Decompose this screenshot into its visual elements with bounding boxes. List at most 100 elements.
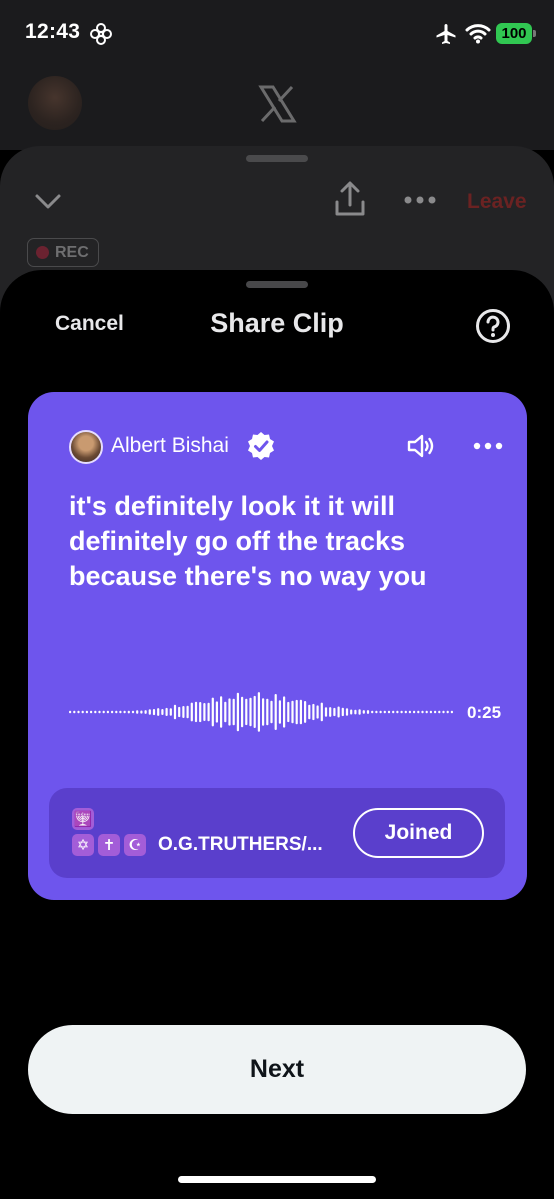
more-icon[interactable] bbox=[403, 195, 437, 205]
clip-transcript: it's definitely look it it will definite… bbox=[69, 491, 427, 591]
waveform-bar bbox=[194, 701, 198, 723]
waveform-bar bbox=[161, 709, 164, 715]
waveform-bar bbox=[115, 710, 118, 714]
waveform-bar bbox=[366, 710, 370, 714]
waveform-bar bbox=[148, 709, 151, 715]
waveform-bar bbox=[425, 710, 428, 714]
waveform-bar bbox=[429, 710, 432, 714]
waveform-bar bbox=[253, 695, 256, 728]
waveform-bar bbox=[102, 710, 105, 714]
waveform-bar bbox=[417, 710, 420, 714]
waveform-bar bbox=[324, 707, 328, 717]
waveform-bar bbox=[190, 702, 193, 722]
waveform-bar bbox=[228, 698, 231, 726]
waveform-bar bbox=[434, 710, 437, 714]
waveform-bar bbox=[249, 697, 252, 727]
rec-badge: REC bbox=[27, 238, 99, 267]
verified-badge-icon bbox=[248, 432, 274, 460]
waveform-bar bbox=[257, 692, 260, 732]
x-logo-icon bbox=[258, 85, 297, 123]
community-emoji-row: ✡ ✝ ☪ bbox=[72, 834, 146, 856]
waveform-bar bbox=[169, 708, 172, 716]
waveform-bar bbox=[408, 710, 411, 714]
waveform-bar bbox=[203, 703, 206, 721]
leave-button[interactable]: Leave bbox=[467, 190, 527, 214]
profile-avatar bbox=[28, 76, 82, 130]
waveform-bar bbox=[165, 707, 168, 716]
waveform-bar bbox=[98, 710, 101, 714]
waveform-bar bbox=[291, 700, 294, 724]
waveform-bar bbox=[106, 710, 109, 714]
waveform-bar bbox=[270, 700, 273, 724]
waveform-bar bbox=[337, 706, 340, 718]
waveform-bar bbox=[396, 710, 399, 714]
waveform-bar bbox=[81, 710, 84, 714]
wifi-icon bbox=[465, 24, 491, 44]
waveform-bar bbox=[266, 698, 269, 726]
waveform-bar bbox=[77, 710, 80, 714]
waveform-bar bbox=[362, 710, 365, 714]
waveform-bar bbox=[316, 705, 319, 719]
audio-waveform[interactable] bbox=[69, 689, 455, 735]
clip-more-icon[interactable] bbox=[473, 441, 503, 451]
share-icon[interactable] bbox=[333, 180, 367, 218]
waveform-bar bbox=[392, 710, 395, 714]
waveform-bar bbox=[278, 700, 281, 724]
waveform-bar bbox=[186, 705, 189, 719]
waveform-bar bbox=[241, 696, 244, 728]
home-indicator bbox=[178, 1176, 376, 1183]
waveform-bar bbox=[379, 710, 382, 714]
waveform-bar bbox=[199, 702, 202, 723]
share-clip-sheet-handle[interactable] bbox=[246, 281, 308, 288]
waveform-bar bbox=[262, 698, 265, 726]
waveform-bar bbox=[215, 701, 218, 723]
waveform-bar bbox=[299, 699, 302, 725]
sheet-title: Share Clip bbox=[210, 308, 344, 338]
waveform-bar bbox=[123, 710, 126, 714]
latin-cross-emoji: ✝ bbox=[98, 834, 120, 856]
waveform-bar bbox=[119, 710, 122, 714]
clip-duration: 0:25 bbox=[467, 703, 502, 722]
next-button[interactable]: Next bbox=[28, 1025, 526, 1114]
waveform-bar bbox=[211, 697, 214, 727]
host-name[interactable]: Albert Bishai bbox=[111, 434, 229, 458]
waveform-bar bbox=[94, 710, 97, 714]
waveform-bar bbox=[111, 710, 114, 714]
waveform-bar bbox=[375, 710, 378, 714]
question-circle-icon[interactable] bbox=[475, 308, 511, 344]
menorah-emoji: 🕎 bbox=[72, 808, 94, 830]
waveform-bar bbox=[358, 709, 361, 715]
waveform-bar bbox=[400, 710, 403, 714]
waveform-bar bbox=[69, 710, 72, 714]
waveform-bar bbox=[140, 710, 143, 714]
waveform-bar bbox=[173, 704, 177, 720]
waveform-bar bbox=[136, 710, 139, 714]
host-avatar[interactable] bbox=[69, 430, 103, 464]
waveform-bar bbox=[329, 707, 332, 717]
waveform-bar bbox=[131, 710, 135, 714]
waveform-bar bbox=[245, 698, 248, 726]
waveform-bar bbox=[354, 709, 357, 715]
waveform-bar bbox=[295, 699, 298, 725]
waveform-bar bbox=[383, 710, 386, 714]
waveform-bar bbox=[287, 701, 290, 723]
waveform-bar bbox=[345, 708, 349, 716]
waveform-bar bbox=[341, 707, 344, 717]
joined-button[interactable]: Joined bbox=[353, 808, 484, 858]
battery-indicator: 100 bbox=[496, 23, 536, 44]
chevron-down-icon[interactable] bbox=[33, 189, 63, 213]
community-name[interactable]: O.G.TRUTHERS/... bbox=[158, 834, 323, 856]
waveform-bar bbox=[144, 710, 147, 714]
waveform-bar bbox=[350, 709, 353, 715]
waveform-bar bbox=[304, 701, 307, 723]
airplane-icon bbox=[436, 24, 456, 44]
waveform-bar bbox=[387, 710, 391, 714]
waveform-bar bbox=[85, 710, 88, 714]
space-sheet-handle[interactable] bbox=[246, 155, 308, 162]
waveform-bar bbox=[413, 710, 416, 714]
speaker-icon[interactable] bbox=[406, 432, 436, 460]
waveform-bar bbox=[320, 702, 323, 722]
waveform-bar bbox=[232, 698, 235, 726]
waveform-bar bbox=[236, 692, 239, 732]
waveform-bar bbox=[224, 701, 227, 723]
